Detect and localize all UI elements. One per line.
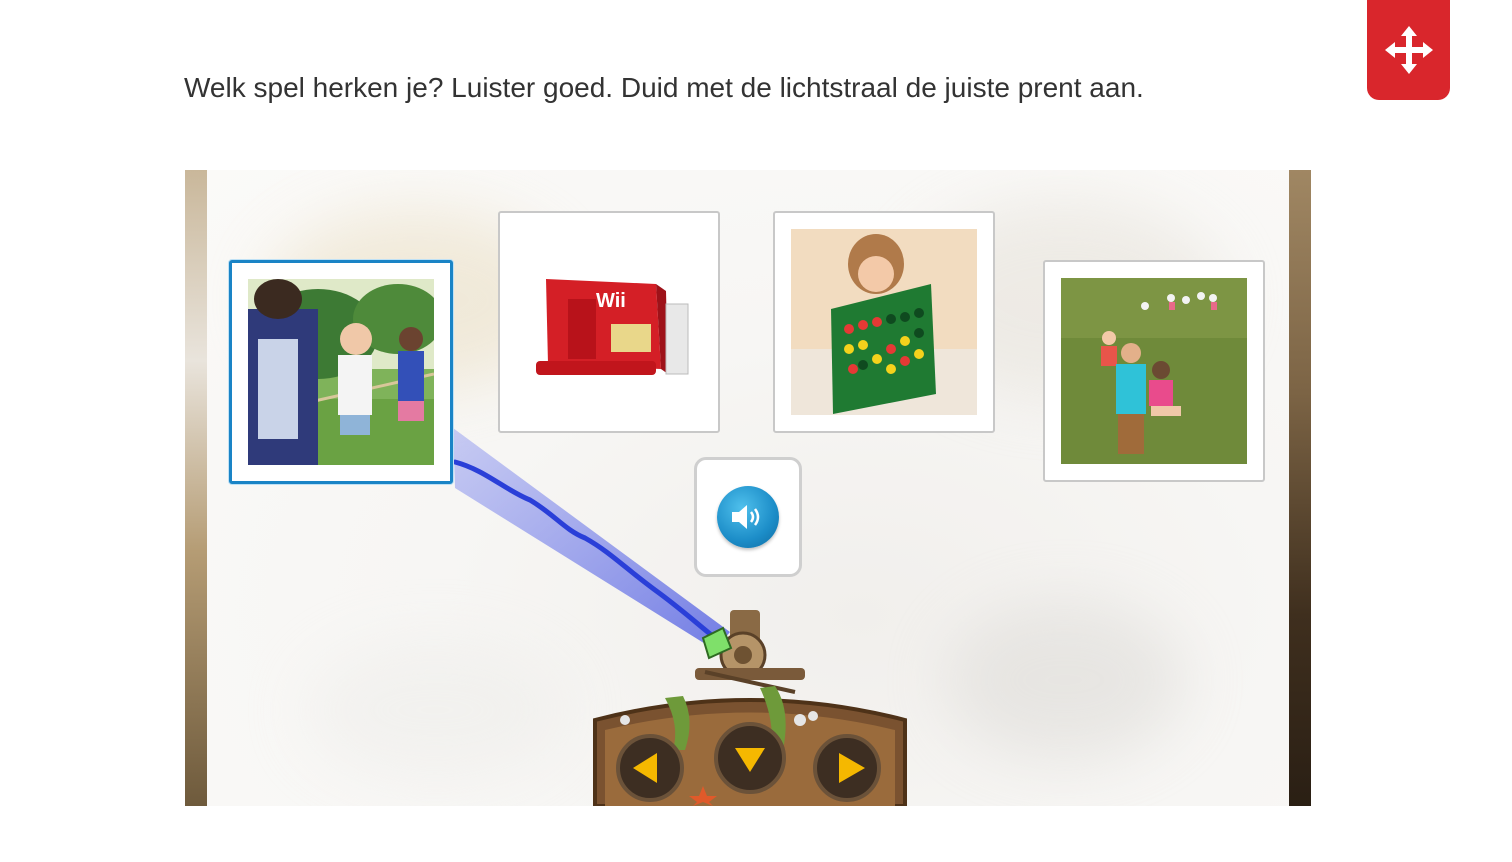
right-frame bbox=[1289, 170, 1311, 806]
tug-of-war-picture bbox=[248, 279, 434, 465]
move-arrows-icon bbox=[1384, 26, 1433, 74]
down-control-button[interactable] bbox=[714, 722, 786, 794]
cannon-device bbox=[695, 610, 805, 694]
answer-card-4[interactable] bbox=[1043, 260, 1265, 482]
speaker-icon bbox=[732, 505, 760, 529]
left-control-button[interactable] bbox=[616, 734, 684, 802]
svg-text:Wii: Wii bbox=[596, 290, 626, 312]
instruction-text: Welk spel herken je? Luister goed. Duid … bbox=[184, 72, 1144, 103]
left-frame bbox=[185, 170, 207, 806]
sound-box bbox=[694, 457, 802, 577]
game-stage: Wii bbox=[185, 170, 1311, 806]
answer-card-1[interactable] bbox=[229, 260, 453, 484]
children-on-grass-picture bbox=[1061, 278, 1247, 464]
right-control-button[interactable] bbox=[813, 734, 881, 802]
answer-card-2[interactable]: Wii bbox=[498, 211, 720, 433]
play-sound-button[interactable] bbox=[717, 486, 779, 548]
light-cannon bbox=[593, 610, 907, 806]
move-button[interactable] bbox=[1367, 0, 1450, 100]
connect-four-picture bbox=[791, 229, 977, 415]
answer-card-3[interactable] bbox=[773, 211, 995, 433]
wii-box-picture: Wii bbox=[516, 229, 702, 415]
